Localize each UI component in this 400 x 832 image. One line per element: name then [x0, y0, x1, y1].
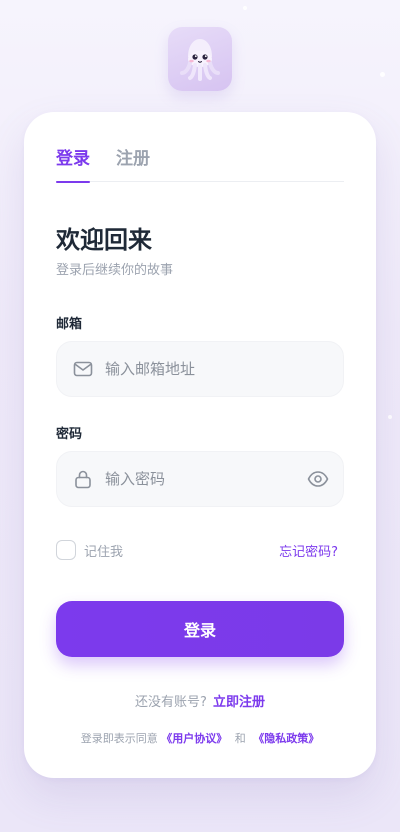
- page-subtitle: 登录后继续你的故事: [56, 263, 174, 278]
- signup-prompt: 还没有账号?: [135, 695, 207, 710]
- terms-and: 和: [234, 732, 246, 745]
- app-logo: [168, 27, 232, 91]
- privacy-policy-link[interactable]: 《隐私政策》: [253, 732, 319, 745]
- page-title: 欢迎回来: [56, 226, 152, 254]
- user-agreement-link[interactable]: 《用户协议》: [161, 732, 227, 745]
- mail-icon: [73, 361, 93, 377]
- terms-prefix: 登录即表示同意: [80, 732, 158, 745]
- password-input[interactable]: [105, 452, 305, 506]
- lock-icon: [75, 470, 91, 489]
- login-button[interactable]: 登录: [56, 601, 344, 657]
- password-label: 密码: [56, 427, 83, 442]
- signup-row: 还没有账号? 立即注册: [24, 691, 376, 710]
- auth-tabs: 登录 注册: [56, 148, 344, 183]
- squid-mascot-icon: [180, 39, 220, 81]
- login-card: 登录 注册 欢迎回来 登录后继续你的故事 邮箱 密码 记住我 忘记密码? 登录 …: [24, 112, 376, 778]
- signup-link[interactable]: 立即注册: [213, 695, 265, 710]
- email-input[interactable]: [105, 342, 305, 396]
- sparkle-decoration: [243, 6, 247, 10]
- sparkle-decoration: [388, 415, 392, 419]
- email-label: 邮箱: [56, 317, 83, 332]
- forgot-password-link[interactable]: 忘记密码?: [279, 541, 338, 560]
- remember-me: 记住我: [56, 540, 123, 560]
- sparkle-decoration: [380, 72, 385, 77]
- remember-me-label: 记住我: [84, 544, 124, 560]
- tab-login[interactable]: 登录: [56, 148, 90, 183]
- tab-register[interactable]: 注册: [116, 148, 150, 182]
- email-field-container: [56, 341, 344, 397]
- password-field-container: [56, 451, 344, 507]
- eye-icon[interactable]: [307, 469, 329, 489]
- remember-me-checkbox[interactable]: [56, 540, 76, 560]
- terms-row: 登录即表示同意 《用户协议》 和 《隐私政策》: [24, 730, 376, 746]
